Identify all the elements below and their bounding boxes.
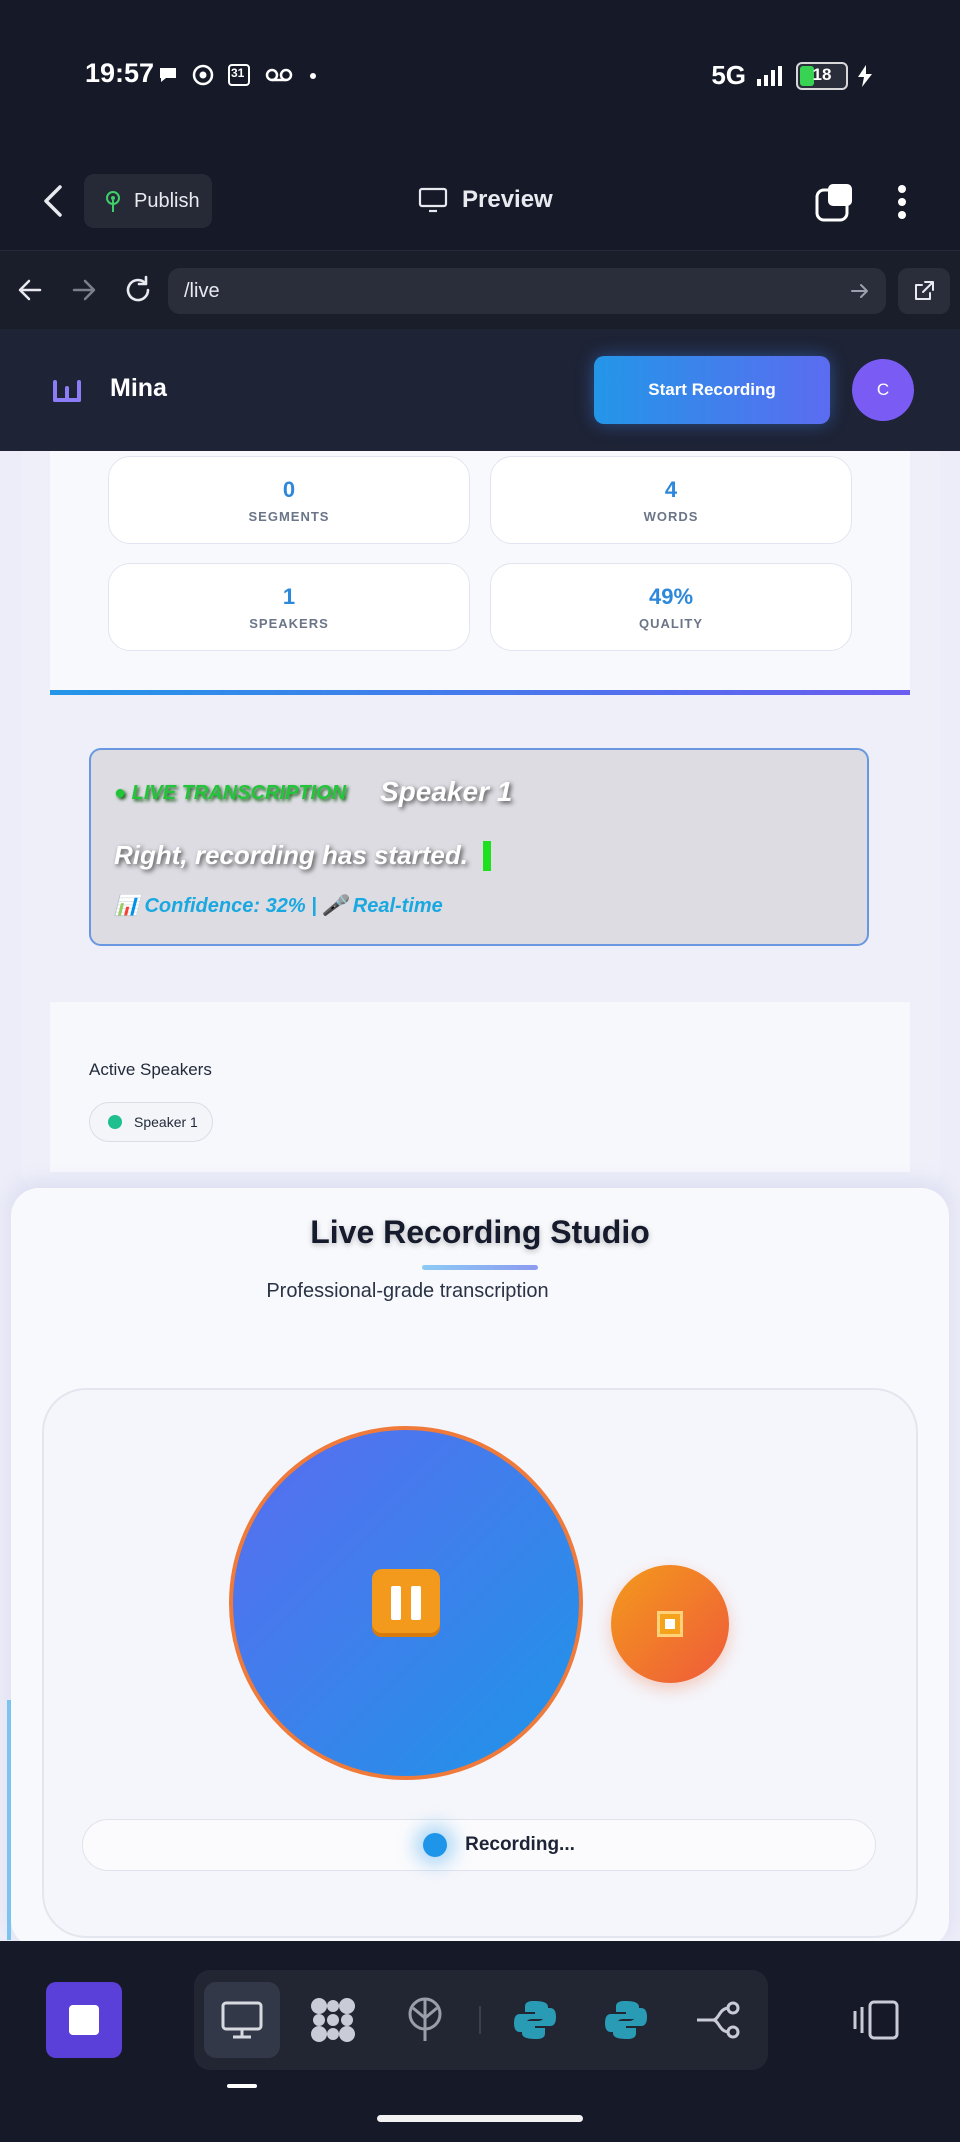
speaker-chip-label: Speaker 1: [134, 1114, 198, 1130]
stop-square-icon: [69, 2005, 99, 2035]
browser-back-icon[interactable]: [16, 276, 44, 309]
python-icon[interactable]: [588, 1982, 664, 2058]
url-input[interactable]: /live: [168, 268, 886, 314]
brand-name: Mina: [110, 374, 167, 402]
tool-separator: [479, 2006, 481, 2034]
preview-label: Preview: [462, 186, 553, 213]
speaker-color-dot: [108, 1115, 122, 1129]
live-speaker-name: Speaker 1: [380, 776, 513, 807]
calendar-day: 31: [231, 66, 245, 80]
pause-button[interactable]: [229, 1426, 583, 1780]
tabs-icon[interactable]: [814, 181, 856, 228]
publish-antenna-icon: [106, 191, 120, 212]
url-path: /live: [184, 279, 220, 302]
soccer-ball-icon: [190, 62, 216, 88]
preview-toggle[interactable]: Preview: [418, 186, 553, 214]
calendar-icon: 31: [226, 62, 252, 88]
stat-quality: 49% QUALITY: [490, 563, 852, 651]
stop-app-button[interactable]: [46, 1982, 122, 2058]
publish-label: Publish: [134, 189, 200, 212]
confidence-line: 📊 Confidence: 32% | 🎤 Real-time: [114, 895, 443, 917]
back-chevron-icon[interactable]: [40, 184, 68, 223]
network-label: 5G: [711, 60, 746, 90]
stat-label: SEGMENTS: [248, 508, 330, 524]
external-link-icon: [915, 281, 934, 300]
recording-indicator: [423, 1833, 448, 1857]
stat-value: 0: [282, 476, 296, 502]
studio-title: Live Recording Studio: [310, 1214, 650, 1250]
more-vertical-icon[interactable]: [896, 184, 908, 225]
stat-label: QUALITY: [638, 615, 704, 631]
status-right: 5G 18: [711, 60, 872, 91]
browser-forward-icon[interactable]: [70, 276, 98, 309]
go-arrow-icon[interactable]: [850, 281, 870, 301]
typing-cursor: [483, 841, 491, 871]
monitor-icon: [418, 187, 448, 213]
active-speakers-title: Active Speakers: [89, 1060, 212, 1079]
studio-subtitle: Professional-grade transcription: [266, 1280, 549, 1302]
apps-grid-icon[interactable]: [295, 1982, 371, 2058]
stat-segments: 0 SEGMENTS: [108, 456, 470, 544]
sidebar-icon[interactable]: [838, 1982, 914, 2058]
stop-button[interactable]: [611, 1565, 729, 1683]
recording-status: Recording...: [82, 1819, 876, 1871]
live-transcript-text: Right, recording has started.: [114, 840, 468, 870]
signal-icon: [757, 65, 782, 86]
stat-value: 49%: [648, 583, 694, 609]
accent-line: [7, 1700, 11, 1940]
stat-value: 1: [282, 583, 296, 609]
status-time: 19:57: [85, 58, 155, 88]
charging-bolt-icon: [858, 64, 872, 87]
home-indicator[interactable]: [377, 2115, 583, 2122]
active-tab-indicator: [227, 2084, 257, 2088]
start-recording-button[interactable]: Start Recording: [594, 356, 830, 424]
monitor-tool-icon[interactable]: [204, 1982, 280, 2058]
stat-label: WORDS: [643, 508, 699, 524]
chat-bubble-icon: [155, 62, 181, 88]
active-speakers-card: [50, 1002, 910, 1172]
open-external-button[interactable]: [898, 268, 950, 314]
title-underline: [422, 1265, 538, 1270]
publish-button[interactable]: Publish: [84, 174, 212, 228]
speaker-chip[interactable]: Speaker 1: [89, 1102, 213, 1142]
recording-status-label: Recording...: [465, 1834, 575, 1855]
notification-dot: [310, 73, 316, 79]
voicemail-icon: [264, 62, 294, 88]
stat-speakers: 1 SPEAKERS: [108, 563, 470, 651]
stop-icon: [657, 1611, 683, 1637]
pause-icon: [372, 1569, 440, 1637]
reload-icon[interactable]: [122, 274, 154, 311]
battery-icon: 18: [796, 61, 848, 90]
stat-value: 4: [664, 476, 678, 502]
stat-label: SPEAKERS: [249, 615, 329, 631]
avatar[interactable]: C: [852, 359, 914, 421]
stat-words: 4 WORDS: [490, 456, 852, 544]
live-transcription-tag: ● LIVE TRANSCRIPTION: [114, 782, 347, 804]
battery-level: 18: [812, 64, 832, 84]
antenna-tool-icon[interactable]: [387, 1982, 463, 2058]
python-icon[interactable]: [497, 1982, 573, 2058]
waveform-logo-icon: [52, 378, 82, 409]
branch-icon[interactable]: [680, 1982, 756, 2058]
